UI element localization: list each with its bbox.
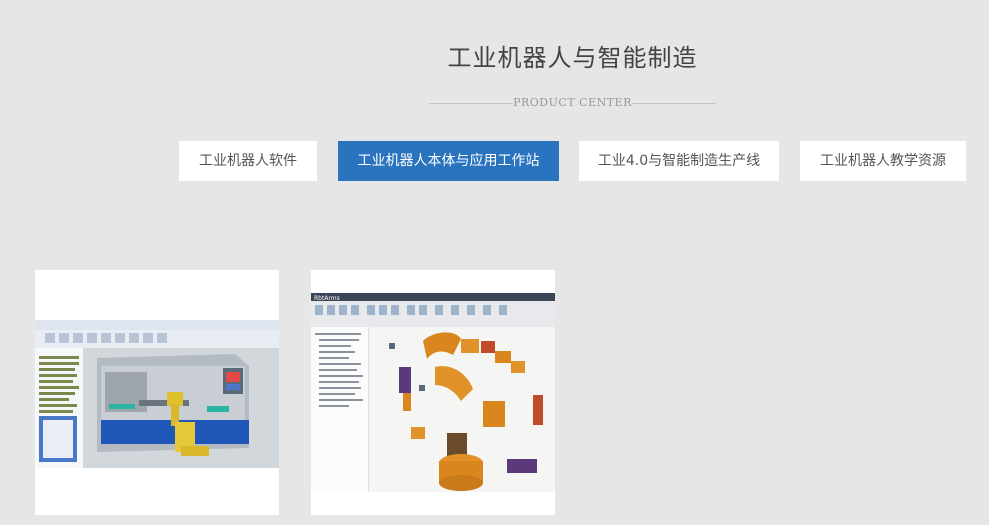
cnc-lathe-robot-illustration — [35, 320, 279, 468]
product-card[interactable] — [35, 270, 279, 515]
section-subtitle-group: PRODUCT CENTER — [429, 95, 716, 111]
robot-arm-exploded-illustration: RbtArms — [311, 293, 555, 492]
cad-app-name: RbtArms — [314, 295, 340, 302]
product-category-tabs: 工业机器人软件 工业机器人本体与应用工作站 工业4.0与智能制造生产线 工业机器… — [0, 141, 989, 181]
subtitle-divider-right — [632, 103, 716, 104]
tab-robot-teaching-resources[interactable]: 工业机器人教学资源 — [800, 141, 966, 181]
tab-robot-body-workstation[interactable]: 工业机器人本体与应用工作站 — [338, 141, 559, 181]
product-card[interactable]: RbtArms — [311, 270, 555, 515]
tab-robot-software[interactable]: 工业机器人软件 — [179, 141, 317, 181]
section-title: 工业机器人与智能制造 — [447, 44, 698, 72]
product-image-cnc-lathe-robot[interactable] — [35, 320, 279, 468]
product-image-robot-arm-exploded[interactable]: RbtArms — [311, 293, 555, 492]
tab-industry-4-production-line[interactable]: 工业4.0与智能制造生产线 — [579, 141, 779, 181]
